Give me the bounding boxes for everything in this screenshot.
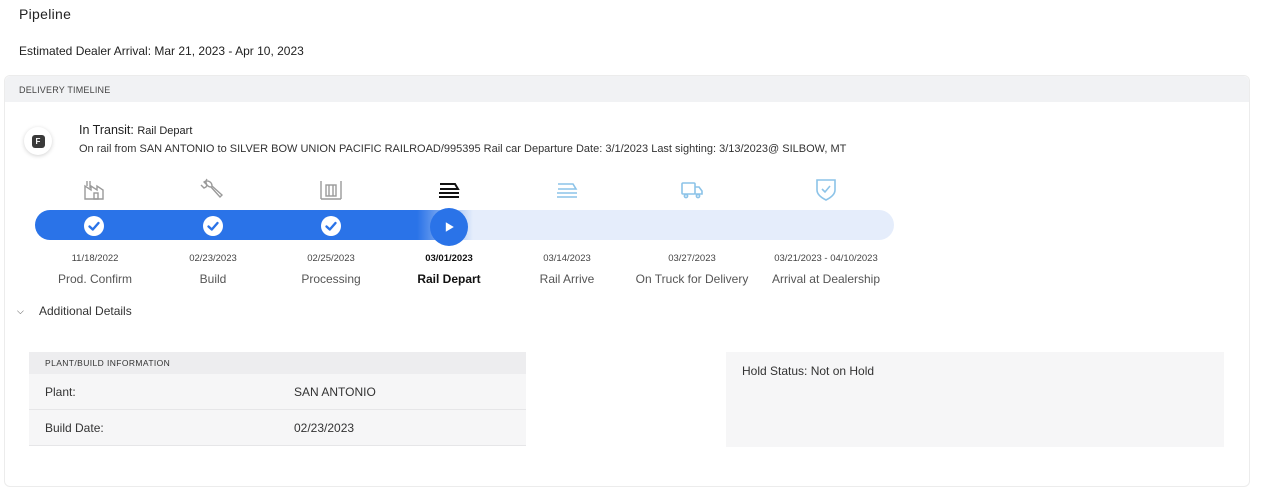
step-label: Arrival at Dealership	[771, 272, 881, 286]
step-complete-icon	[321, 216, 341, 236]
delivery-timeline: 11/18/2022 Prod. Confirm 02/23/2023 Buil…	[5, 176, 1245, 306]
current-step-play-icon	[430, 208, 468, 246]
chevron-down-icon: ⌵	[17, 305, 24, 316]
rail-arrive-icon	[554, 176, 580, 202]
hold-status-panel: Hold Status: Not on Hold	[726, 352, 1224, 447]
factory-icon	[82, 176, 108, 202]
status-title: In Transit: Rail Depart	[79, 123, 192, 137]
status-badge: F	[24, 127, 52, 155]
row-key: Plant:	[45, 385, 76, 399]
step-label: Rail Arrive	[539, 272, 595, 286]
processing-icon	[318, 176, 344, 202]
additional-details-label: Additional Details	[39, 304, 132, 318]
shield-check-icon	[813, 176, 839, 202]
plant-info-header: PLANT/BUILD INFORMATION	[29, 352, 526, 374]
plant-build-info: PLANT/BUILD INFORMATION Plant: SAN ANTON…	[29, 352, 526, 446]
status-detail: On rail from SAN ANTONIO to SILVER BOW U…	[79, 143, 847, 155]
step-label: On Truck for Delivery	[635, 272, 749, 286]
status-prefix: In Transit:	[79, 123, 138, 137]
page-title: Pipeline	[19, 6, 72, 22]
row-value: SAN ANTONIO	[294, 385, 376, 399]
wrench-icon	[200, 176, 226, 202]
rail-icon	[436, 176, 462, 202]
hold-status: Hold Status: Not on Hold	[742, 364, 875, 378]
table-row: Build Date: 02/23/2023	[29, 410, 526, 446]
truck-icon	[679, 176, 705, 202]
additional-details-toggle[interactable]: ⌵ Additional Details	[17, 304, 132, 318]
step-complete-icon	[203, 216, 223, 236]
status-stage: Rail Depart	[137, 125, 193, 137]
badge-letter: F	[31, 134, 45, 148]
step-date: 03/27/2023	[668, 253, 716, 264]
step-complete-icon	[84, 216, 104, 236]
step-date: 03/14/2023	[543, 253, 591, 264]
delivery-timeline-card: DELIVERY TIMELINE F In Transit: Rail Dep…	[4, 75, 1250, 487]
step-date: 03/21/2023 - 04/10/2023	[774, 253, 878, 264]
estimated-arrival: Estimated Dealer Arrival: Mar 21, 2023 -…	[19, 44, 304, 58]
table-row: Plant: SAN ANTONIO	[29, 374, 526, 410]
row-key: Build Date:	[45, 421, 104, 435]
card-header: DELIVERY TIMELINE	[5, 76, 1249, 102]
row-value: 02/23/2023	[294, 421, 355, 435]
